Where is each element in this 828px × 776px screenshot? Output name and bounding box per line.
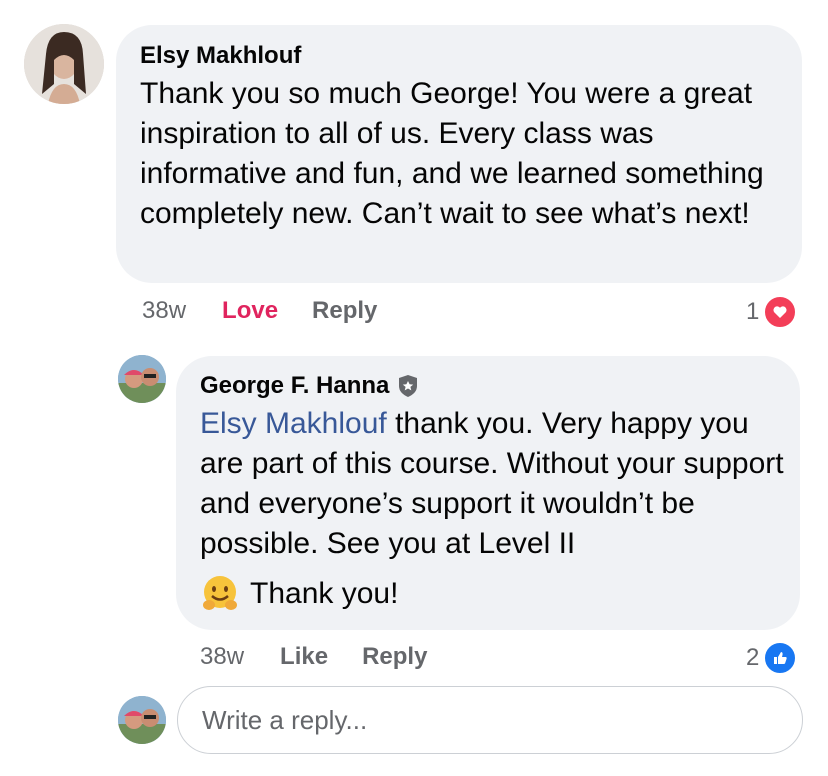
comment-author-row: George F. Hanna: [200, 372, 419, 400]
thanks-text: Thank you!: [250, 577, 399, 610]
shield-badge-icon: [397, 374, 419, 398]
love-button[interactable]: Love: [222, 297, 278, 325]
heart-reaction-icon: [763, 295, 798, 329]
comment-timestamp[interactable]: 38w: [142, 297, 186, 325]
reaction-count: 1: [746, 298, 760, 325]
george-avatar[interactable]: [118, 355, 166, 403]
comment-timestamp[interactable]: 38w: [200, 643, 244, 671]
reply-button[interactable]: Reply: [312, 297, 377, 325]
reaction-summary[interactable]: 2: [746, 641, 798, 675]
comment-actions: 38w Love Reply: [142, 297, 411, 325]
comment-author[interactable]: George F. Hanna: [200, 372, 389, 400]
current-user-avatar: [118, 696, 166, 744]
reply-button[interactable]: Reply: [362, 643, 427, 671]
comment-text: Thank you so much George! You were a gre…: [140, 77, 764, 230]
mention-link[interactable]: Elsy Makhlouf: [200, 407, 387, 440]
thumbs-up-reaction-icon: [763, 641, 798, 675]
comment-actions: 38w Like Reply: [200, 643, 461, 671]
hugging-face-emoji-icon: [200, 574, 240, 614]
reaction-count: 2: [746, 644, 760, 671]
like-button[interactable]: Like: [280, 643, 328, 671]
reaction-summary[interactable]: 1: [746, 295, 798, 329]
reply-input[interactable]: [177, 686, 803, 754]
comment-emoji-line: Thank you!: [200, 574, 398, 614]
elsy-avatar[interactable]: [24, 24, 104, 104]
comment-text: Elsy Makhlouf thank you. Very happy you …: [200, 404, 790, 564]
comment-author[interactable]: Elsy Makhlouf: [140, 42, 301, 70]
